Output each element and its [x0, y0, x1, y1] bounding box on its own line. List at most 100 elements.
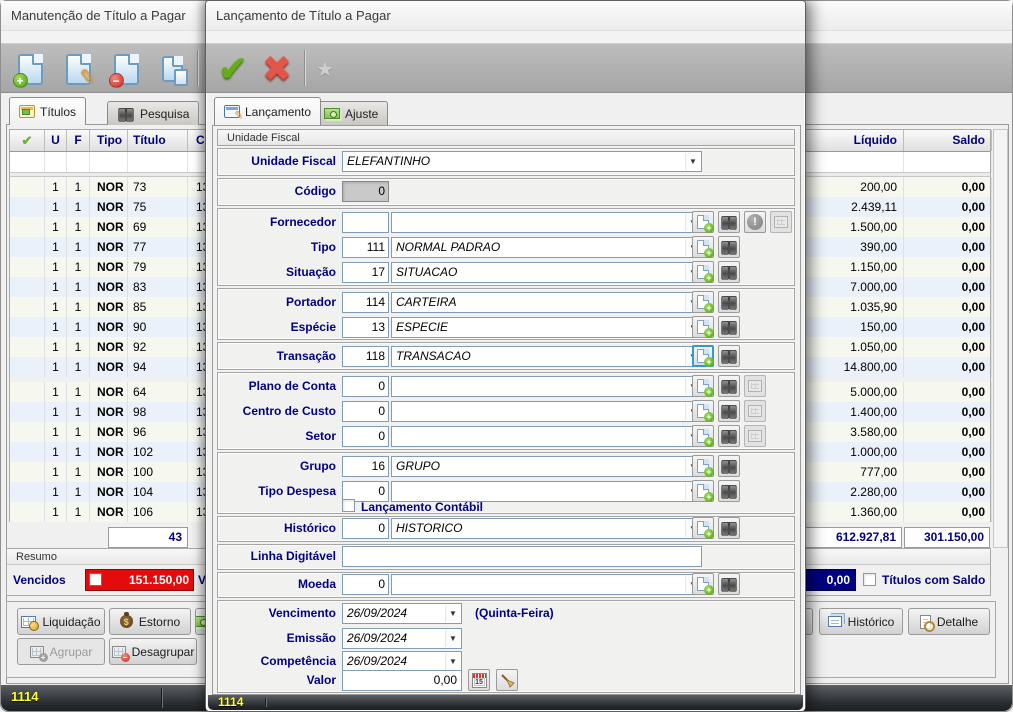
favorite-button[interactable]: ★ [310, 48, 340, 90]
fornecedor-search-button[interactable] [718, 211, 740, 233]
estorno-button[interactable]: Estorno [109, 608, 191, 635]
plano-conta-combo[interactable]: ▼ [391, 376, 702, 397]
chevron-down-icon[interactable]: ▼ [445, 653, 460, 670]
vencimento-date-combo[interactable]: 26/09/2024▼ [342, 603, 462, 624]
linha-digitavel-input[interactable] [342, 546, 702, 567]
moeda-combo[interactable]: ▼ [391, 574, 702, 595]
table-row[interactable]: 14.800,00 0,00 [806, 357, 990, 377]
new-record-button[interactable]: + [9, 48, 51, 90]
table-row[interactable]: 200,00 0,00 [806, 177, 990, 197]
agrupar-button[interactable]: + Agrupar [17, 638, 105, 665]
chevron-down-icon[interactable]: ▼ [445, 630, 460, 647]
select-all-check-icon[interactable]: ✔ [10, 130, 45, 151]
fornecedor-new-button[interactable] [692, 211, 714, 233]
plano-conta-code-input[interactable]: 0 [342, 376, 389, 397]
setor-combo[interactable]: ▼ [391, 426, 702, 447]
table-row[interactable]: 777,00 0,00 [806, 462, 990, 482]
table-row[interactable]: 2.280,00 0,00 [806, 482, 990, 502]
confirm-button[interactable]: ✔ [212, 48, 254, 90]
grid-header-right[interactable]: Líquido Saldo [805, 129, 991, 152]
table-row[interactable]: 1.035,90 0,00 [806, 297, 990, 317]
historico-code-input[interactable]: 0 [342, 518, 389, 539]
portador-search-button[interactable] [718, 291, 740, 313]
especie-search-button[interactable] [718, 316, 740, 338]
grupo-combo[interactable]: GRUPO▼ [391, 456, 702, 477]
grid-filter-row-right[interactable] [805, 152, 991, 173]
centro-custo-code-input[interactable]: 0 [342, 401, 389, 422]
moeda-code-input[interactable]: 0 [342, 574, 389, 595]
centro-custo-search-button[interactable] [718, 400, 740, 422]
tipo-new-button[interactable] [692, 236, 714, 258]
table-row[interactable]: 5.000,00 0,00 [806, 382, 990, 402]
plano-conta-new-button[interactable] [692, 375, 714, 397]
tab-pesquisa[interactable]: Pesquisa [107, 101, 199, 125]
transacao-search-button[interactable] [718, 345, 740, 367]
lancamento-contabil-checkbox[interactable] [342, 499, 355, 512]
historico-combo[interactable]: HISTORICO▼ [391, 518, 702, 539]
especie-combo[interactable]: ESPECIE▼ [391, 317, 702, 338]
table-row[interactable]: 7.000,00 0,00 [806, 277, 990, 297]
situacao-combo[interactable]: SITUACAO▼ [391, 262, 702, 283]
col-saldo[interactable]: Saldo [904, 130, 992, 151]
table-row[interactable]: 1.150,00 0,00 [806, 257, 990, 277]
col-f[interactable]: F [67, 130, 90, 151]
situacao-code-input[interactable]: 17 [342, 262, 389, 283]
fornecedor-code-input[interactable] [342, 212, 389, 233]
table-row[interactable]: 1.500,00 0,00 [806, 217, 990, 237]
desagrupar-button[interactable]: − Desagrupar [109, 638, 197, 665]
table-row[interactable]: 390,00 0,00 [806, 237, 990, 257]
vertical-scrollbar[interactable] [993, 129, 1008, 548]
delete-record-button[interactable]: − [105, 48, 147, 90]
especie-new-button[interactable] [692, 316, 714, 338]
tipo-search-button[interactable] [718, 236, 740, 258]
historico-button[interactable]: Histórico [819, 608, 903, 635]
grupo-code-input[interactable]: 16 [342, 456, 389, 477]
especie-code-input[interactable]: 13 [342, 317, 389, 338]
table-row[interactable]: 1.400,00 0,00 [806, 402, 990, 422]
centro-custo-combo[interactable]: ▼ [391, 401, 702, 422]
liquidacao-button[interactable]: Liquidação [17, 608, 105, 635]
setor-code-input[interactable]: 0 [342, 426, 389, 447]
emissao-date-combo[interactable]: 26/09/2024▼ [342, 628, 462, 649]
valor-input[interactable]: 0,00 [342, 670, 462, 691]
historico-new-button[interactable] [692, 517, 714, 539]
fornecedor-info-button[interactable] [744, 211, 766, 233]
table-row[interactable]: 2.439,11 0,00 [806, 197, 990, 217]
detalhe-button[interactable]: Detalhe [908, 608, 990, 635]
situacao-search-button[interactable] [718, 261, 740, 283]
tab-lancamento[interactable]: Lançamento [214, 97, 321, 125]
portador-combo[interactable]: CARTEIRA▼ [391, 292, 702, 313]
chevron-down-icon[interactable]: ▼ [685, 153, 700, 170]
tab-ajuste[interactable]: Ajuste [314, 101, 388, 125]
table-row[interactable]: 1.000,00 0,00 [806, 442, 990, 462]
unidade-fiscal-combo[interactable]: ELEFANTINHO▼ [342, 151, 702, 172]
col-u[interactable]: U [45, 130, 67, 151]
tipo-code-input[interactable]: 111 [342, 237, 389, 258]
vencidos-checkbox[interactable] [89, 573, 102, 586]
setor-search-button[interactable] [718, 425, 740, 447]
col-liquido[interactable]: Líquido [806, 130, 904, 151]
table-row[interactable]: 1.050,00 0,00 [806, 337, 990, 357]
historico-search-button[interactable] [718, 517, 740, 539]
portador-new-button[interactable] [692, 291, 714, 313]
valor-calendar-button[interactable] [468, 669, 490, 691]
portador-code-input[interactable]: 114 [342, 292, 389, 313]
table-row[interactable]: 150,00 0,00 [806, 317, 990, 337]
situacao-new-button[interactable] [692, 261, 714, 283]
transacao-combo[interactable]: TRANSACAO▼ [391, 346, 702, 367]
col-tipo[interactable]: Tipo [90, 130, 128, 151]
grupo-search-button[interactable] [718, 455, 740, 477]
centro-custo-new-button[interactable] [692, 400, 714, 422]
copy-record-button[interactable] [151, 48, 193, 90]
titulos-com-saldo-checkbox[interactable] [863, 573, 876, 586]
valor-clear-button[interactable] [496, 669, 518, 691]
transacao-code-input[interactable]: 118 [342, 346, 389, 367]
chevron-down-icon[interactable]: ▼ [445, 605, 460, 622]
col-titulo[interactable]: Título [128, 130, 188, 151]
competencia-date-combo[interactable]: 26/09/2024▼ [342, 651, 462, 672]
dialog-title-bar[interactable]: Lançamento de Título a Pagar [206, 1, 805, 31]
edit-record-button[interactable]: ✎ [57, 48, 99, 90]
fornecedor-combo[interactable]: ▼ [391, 212, 702, 233]
transacao-new-button-focused[interactable] [692, 345, 714, 367]
moeda-new-button[interactable] [692, 573, 714, 595]
